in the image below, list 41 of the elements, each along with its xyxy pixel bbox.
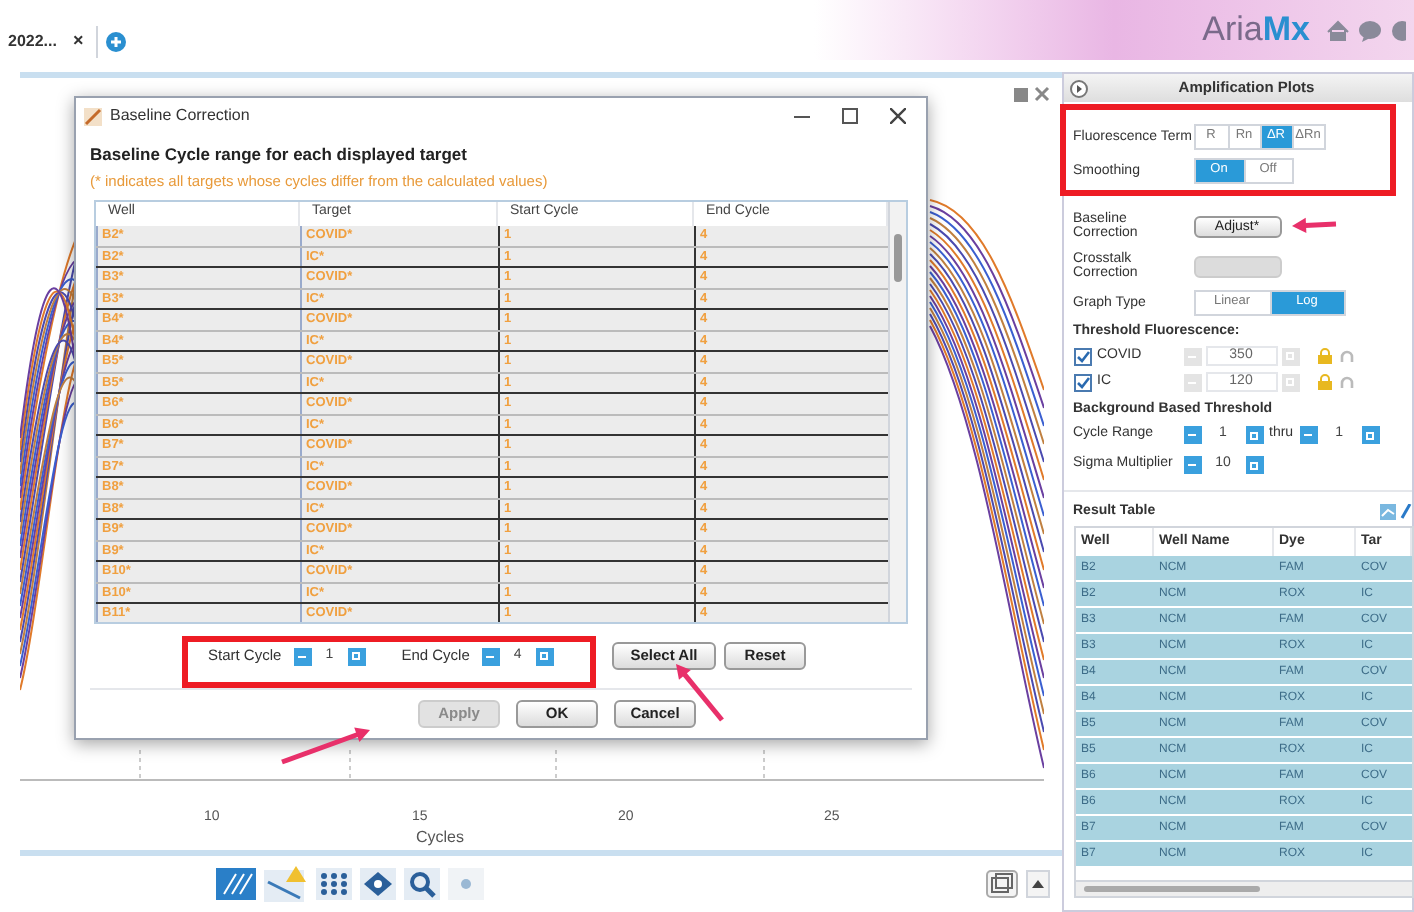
app-icon [84,107,102,125]
home-icon[interactable] [1326,19,1350,41]
close-icon[interactable] [890,108,906,124]
axis-title: Cycles [416,826,465,850]
annotation-arrow [1292,217,1337,234]
checkbox[interactable] [1073,347,1091,365]
pencil-icon[interactable] [1400,504,1412,520]
increment-button[interactable] [535,647,554,665]
dialog-title: Baseline Correction [110,104,250,128]
grid-icon[interactable] [316,868,352,900]
diamond-icon[interactable] [360,868,396,900]
chat-icon[interactable] [1358,19,1382,41]
add-tab-icon[interactable] [105,32,126,52]
expand-button[interactable] [1025,870,1049,898]
windows-icon[interactable] [985,870,1017,898]
plate-view-icon[interactable] [216,868,256,900]
lock-icon[interactable] [1317,348,1331,364]
maximize-icon[interactable] [842,108,858,124]
close-tab-button[interactable]: × [72,28,84,56]
decrement-button[interactable] [481,647,500,665]
decrement-button[interactable] [293,647,312,665]
scrollbar[interactable] [1075,880,1412,896]
amplification-warning-icon[interactable] [264,866,308,902]
increment-button[interactable] [347,647,366,665]
chart-icon[interactable] [1380,504,1396,520]
decrement-button[interactable] [1183,456,1201,474]
dialog-heading: Baseline Cycle range for each displayed target [90,142,469,168]
annotation-arrow [281,727,370,765]
play-icon[interactable] [1069,79,1087,97]
scrollbar[interactable] [888,202,906,622]
panel-controls-icon[interactable] [1013,86,1053,102]
help-icon[interactable] [1390,19,1406,41]
annotation-arrow [676,664,724,722]
search-icon[interactable] [404,868,440,900]
lock-icon[interactable] [1317,374,1331,390]
decrement-button[interactable] [1183,426,1201,444]
increment-button[interactable] [1361,426,1380,444]
checkbox[interactable] [1073,373,1091,391]
decrement-button[interactable] [1299,426,1318,444]
app-logo: AriaMx [1202,8,1310,53]
caret-icon [1031,880,1043,888]
